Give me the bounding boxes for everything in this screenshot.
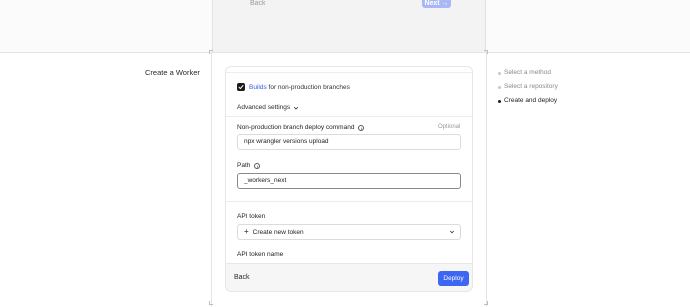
builds-checkbox[interactable] (237, 83, 245, 91)
path-label-row: Path i (237, 162, 261, 169)
step-label: Select a method (504, 69, 551, 76)
steps-list: Select a method Select a repository Crea… (498, 69, 558, 111)
path-input[interactable]: _workers_next (237, 173, 461, 189)
divider (226, 116, 472, 117)
deploy-command-input[interactable]: npx wrangler versions upload (237, 134, 461, 150)
right-guide-line (486, 52, 487, 307)
create-worker-card: Builds for non-production branches Advan… (225, 66, 473, 292)
previous-back-button[interactable]: Back (250, 0, 266, 7)
step-select-repository[interactable]: Select a repository (498, 83, 558, 97)
divider (226, 201, 472, 202)
path-label: Path (237, 162, 251, 169)
step-label: Select a repository (504, 83, 558, 90)
section-divider (0, 52, 690, 53)
previous-next-button[interactable]: Next → (422, 0, 451, 8)
left-guide-line (211, 52, 212, 307)
deploy-command-label: Non-production branch deploy command (237, 124, 355, 131)
api-token-name-label-text: API token name (237, 251, 284, 258)
back-button[interactable]: Back (234, 274, 250, 281)
optional-label: Optional (438, 124, 461, 130)
check-icon (238, 84, 244, 90)
api-token-select[interactable]: + Create new token (237, 224, 461, 240)
builds-text: for non-production branches (266, 84, 350, 91)
corner-mark (484, 50, 488, 54)
api-token-select-value: Create new token (252, 229, 304, 236)
advanced-settings-label: Advanced settings (237, 104, 291, 111)
advanced-settings-toggle[interactable]: Advanced settings (237, 104, 299, 111)
builds-link[interactable]: Builds (249, 84, 267, 91)
chevron-down-icon (294, 106, 299, 110)
corner-mark (209, 50, 213, 54)
page-title: Create a Worker (145, 68, 200, 77)
step-create-and-deploy[interactable]: Create and deploy (498, 97, 558, 111)
chevron-down-icon (449, 230, 455, 234)
builds-label: Builds for non-production branches (249, 84, 350, 91)
step-dot (498, 100, 501, 103)
deploy-command-label-row: Non-production branch deploy command i (237, 124, 365, 131)
card-scroll-area[interactable]: Builds for non-production branches Advan… (226, 67, 472, 263)
info-icon[interactable]: i (254, 162, 261, 169)
api-token-label-text: API token (237, 213, 266, 220)
plus-icon: + (244, 227, 249, 236)
api-token-name-label: API token name (237, 251, 283, 258)
card-footer: Back Deploy (226, 263, 472, 291)
api-token-label: API token (237, 213, 265, 220)
info-icon[interactable]: i (358, 124, 365, 131)
step-dot (498, 86, 501, 89)
step-label: Create and deploy (504, 97, 558, 104)
corner-mark (209, 301, 213, 305)
deploy-button[interactable]: Deploy (438, 271, 469, 286)
corner-mark (484, 301, 488, 305)
step-dot (498, 72, 501, 75)
step-select-method[interactable]: Select a method (498, 69, 558, 83)
divider (226, 72, 472, 73)
